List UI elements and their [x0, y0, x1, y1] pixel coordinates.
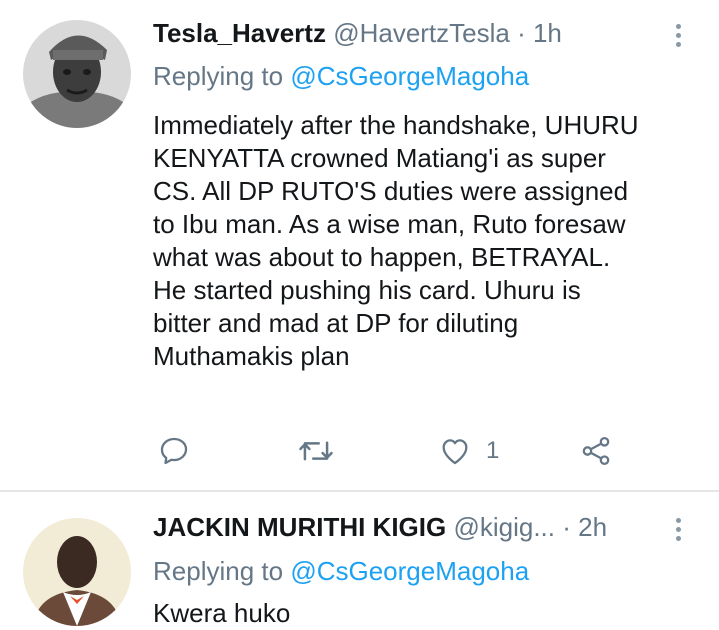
like-button[interactable]: 1 [438, 434, 499, 468]
tweet-divider [0, 490, 719, 492]
separator-dot: · [509, 18, 533, 48]
replying-to: Replying to @CsGeorgeMagoha [153, 60, 529, 92]
retweet-icon [299, 441, 333, 461]
replying-to-handle[interactable]: @CsGeorgeMagoha [290, 61, 529, 91]
tweet-text-line: Immediately after the handshake, UHURU [153, 110, 639, 140]
timestamp[interactable]: 2h [578, 512, 607, 542]
avatar-portrait-image [23, 518, 131, 626]
avatar[interactable] [23, 20, 131, 128]
avatar[interactable] [23, 518, 131, 626]
tweet-text-line: Kwera huko [153, 598, 291, 628]
avatar-portrait-image [23, 20, 131, 128]
tweet-text-line: Muthamakis plan [153, 341, 350, 371]
share-icon [582, 436, 610, 466]
tweet-header: JACKIN MURITHI KIGIG @kigig... · 2h [153, 512, 659, 542]
display-name[interactable]: JACKIN MURITHI KIGIG [153, 512, 446, 542]
timestamp[interactable]: 1h [533, 18, 562, 48]
tweet-actions: 1 [0, 432, 719, 472]
more-options-icon[interactable] [668, 514, 688, 550]
reply-icon [160, 437, 188, 465]
reply-button[interactable] [157, 434, 191, 468]
replying-to: Replying to @CsGeorgeMagoha [153, 555, 529, 587]
tweet-text-line: bitter and mad at DP for diluting [153, 308, 519, 338]
like-count: 1 [486, 437, 500, 464]
separator-dot: · [555, 512, 579, 542]
display-name[interactable]: Tesla_Havertz [153, 18, 326, 48]
user-handle[interactable]: @kigig... [453, 512, 555, 542]
tweet-header: Tesla_Havertz @HavertzTesla · 1h [153, 18, 659, 48]
tweet-text: Immediately after the handshake, UHURU K… [153, 109, 698, 373]
retweet-button[interactable] [298, 434, 334, 468]
heart-icon [442, 439, 468, 465]
replying-prefix: Replying to [153, 61, 291, 91]
tweet-text-line: He started pushing his card. Uhuru is [153, 275, 581, 305]
tweet-text-line: CS. All DP RUTO'S duties were assigned [153, 176, 629, 206]
replying-to-handle[interactable]: @CsGeorgeMagoha [290, 556, 529, 586]
tweet-text-line: KENYATTA crowned Matiang'i as super [153, 143, 606, 173]
tweet[interactable]: Tesla_Havertz @HavertzTesla · 1h Replyin… [0, 0, 719, 491]
tweet-text-line: to Ibu man. As a wise man, Ruto foresaw [153, 209, 626, 239]
tweet-text-line: what was about to happen, BETRAYAL. [153, 242, 611, 272]
share-button[interactable] [579, 434, 613, 468]
tweet-text: Kwera huko [153, 597, 698, 630]
replying-prefix: Replying to [153, 556, 291, 586]
user-handle[interactable]: @HavertzTesla [333, 18, 510, 48]
more-options-icon[interactable] [668, 20, 688, 56]
